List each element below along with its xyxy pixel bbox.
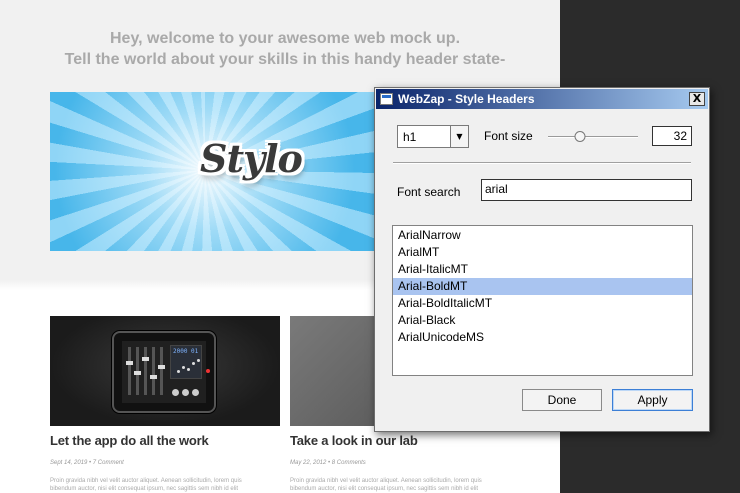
dialog-titlebar[interactable]: WebZap - Style Headers X bbox=[376, 89, 708, 109]
dial-knob bbox=[172, 389, 179, 396]
font-search-label: Font search bbox=[397, 185, 461, 199]
chevron-down-icon[interactable]: ▼ bbox=[450, 126, 468, 147]
heading-level-value: h1 bbox=[403, 130, 417, 144]
fader-knob bbox=[142, 357, 149, 361]
mixer-fader bbox=[134, 347, 141, 395]
font-size-input[interactable]: 32 bbox=[652, 126, 692, 146]
app-window-icon bbox=[380, 93, 393, 105]
font-search-input[interactable]: arial bbox=[481, 179, 692, 201]
card-excerpt: Proin gravida nibh vel velit auctor aliq… bbox=[290, 477, 520, 493]
font-list[interactable]: ArialNarrow ArialMT Arial-ItalicMT Arial… bbox=[392, 225, 693, 376]
card-meta: May 22, 2012 • 8 Comments bbox=[290, 460, 366, 466]
tablet-display-panel: 2000 01 bbox=[170, 345, 202, 379]
card-title[interactable]: Let the app do all the work bbox=[50, 433, 209, 448]
divider bbox=[393, 162, 691, 164]
dial-knob bbox=[182, 389, 189, 396]
fader-knob bbox=[134, 371, 141, 375]
mixer-fader bbox=[126, 347, 133, 395]
slider-track[interactable] bbox=[548, 136, 638, 138]
font-list-item[interactable]: Arial-Black bbox=[393, 312, 692, 329]
tablet-screen: 2000 01 bbox=[122, 341, 206, 403]
font-list-item[interactable]: ArialNarrow bbox=[393, 227, 692, 244]
card-excerpt-line: Proin gravida nibh vel velit auctor aliq… bbox=[290, 478, 482, 484]
fader-knob bbox=[158, 365, 165, 369]
card-excerpt: Proin gravida nibh vel velit auctor aliq… bbox=[50, 477, 280, 493]
font-list-item[interactable]: Arial-ItalicMT bbox=[393, 261, 692, 278]
font-list-item[interactable]: ArialMT bbox=[393, 244, 692, 261]
dialog-title: WebZap - Style Headers bbox=[398, 92, 535, 106]
card-excerpt-line: bibendum auctor, nisi elit consequat ips… bbox=[50, 486, 239, 492]
tablet-led bbox=[206, 369, 210, 373]
tablet-illustration: 2000 01 bbox=[112, 331, 216, 413]
slider-thumb[interactable] bbox=[574, 131, 585, 142]
welcome-line-2: Tell the world about your skills in this… bbox=[64, 51, 506, 68]
card-excerpt-line: Proin gravida nibh vel velit auctor aliq… bbox=[50, 478, 242, 484]
apply-button[interactable]: Apply bbox=[612, 389, 693, 411]
font-list-item[interactable]: Arial-BoldMT bbox=[393, 278, 692, 295]
card-image-tablet: 2000 01 bbox=[50, 316, 280, 426]
card-title[interactable]: Take a look in our lab bbox=[290, 433, 418, 448]
graph-dot bbox=[187, 368, 190, 371]
dial-knob bbox=[192, 389, 199, 396]
tablet-readout: 2000 01 bbox=[173, 348, 199, 355]
mixer-fader bbox=[142, 347, 149, 395]
graph-dot bbox=[197, 359, 200, 362]
welcome-line-1: Hey, welcome to your awesome web mock up… bbox=[109, 30, 461, 47]
mixer-fader bbox=[150, 347, 157, 395]
welcome-header-text: Hey, welcome to your awesome web mock up… bbox=[20, 28, 550, 70]
close-button[interactable]: X bbox=[689, 92, 705, 106]
fader-knob bbox=[126, 361, 133, 365]
mixer-fader bbox=[158, 347, 165, 395]
card-meta: Sept 14, 2019 • 7 Comment bbox=[50, 460, 124, 466]
heading-level-dropdown[interactable]: h1 ▼ bbox=[397, 125, 469, 148]
fader-knob bbox=[150, 375, 157, 379]
font-list-item[interactable]: ArialUnicodeMS bbox=[393, 329, 692, 346]
stylo-logo: Stylo bbox=[200, 136, 303, 181]
font-list-item[interactable]: Arial-BoldItalicMT bbox=[393, 295, 692, 312]
graph-dot bbox=[182, 366, 185, 369]
card-image-lab bbox=[290, 316, 376, 426]
done-button[interactable]: Done bbox=[522, 389, 602, 411]
graph-dot bbox=[192, 362, 195, 365]
card-excerpt-line: bibendum auctor, nisi elit consequat ips… bbox=[290, 486, 479, 492]
style-headers-dialog: WebZap - Style Headers X h1 ▼ Font size … bbox=[374, 87, 710, 432]
graph-dot bbox=[177, 370, 180, 373]
font-size-slider[interactable] bbox=[548, 131, 638, 143]
font-size-label: Font size bbox=[484, 129, 533, 143]
